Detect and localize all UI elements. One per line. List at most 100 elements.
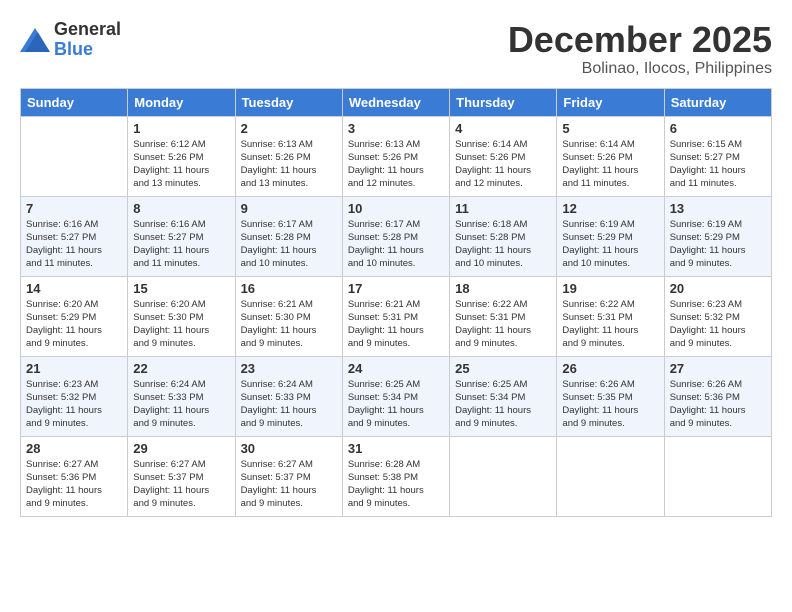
day-info: Sunrise: 6:16 AMSunset: 5:27 PMDaylight:… — [133, 218, 229, 271]
calendar-cell: 14Sunrise: 6:20 AMSunset: 5:29 PMDayligh… — [21, 276, 128, 356]
day-number: 26 — [562, 361, 658, 376]
day-info: Sunrise: 6:17 AMSunset: 5:28 PMDaylight:… — [348, 218, 444, 271]
day-number: 20 — [670, 281, 766, 296]
logo-text: General Blue — [54, 20, 121, 60]
calendar-cell — [664, 436, 771, 516]
day-number: 17 — [348, 281, 444, 296]
calendar-cell: 11 Sunrise: 6:18 AMSunset: 5:28 PMDayligh… — [450, 196, 557, 276]
calendar-cell: 18 Sunrise: 6:22 AMSunset: 5:31 PMDayligh… — [450, 276, 557, 356]
day-number: 4 — [455, 121, 551, 136]
day-number: 31 — [348, 441, 444, 456]
day-info: Sunrise: 6:12 AMSunset: 5:26 PMDaylight:… — [133, 138, 229, 191]
day-info: Sunrise: 6:22 AMSunset: 5:31 PMDaylight:… — [455, 298, 551, 351]
day-number: 24 — [348, 361, 444, 376]
day-info: Sunrise: 6:25 AMSunset: 5:34 PMDaylight:… — [348, 378, 444, 431]
calendar-cell: 13 Sunrise: 6:19 AMSunset: 5:29 PMDayligh… — [664, 196, 771, 276]
calendar-cell: 15Sunrise: 6:20 AMSunset: 5:30 PMDayligh… — [128, 276, 235, 356]
calendar-body: 1 Sunrise: 6:12 AMSunset: 5:26 PMDaylight… — [21, 116, 772, 516]
logo: General Blue — [20, 20, 121, 60]
day-info: Sunrise: 6:16 AMSunset: 5:27 PMDaylight:… — [26, 218, 122, 271]
day-info: Sunrise: 6:28 AMSunset: 5:38 PMDaylight:… — [348, 458, 444, 511]
title-block: December 2025 Bolinao, Ilocos, Philippin… — [508, 20, 772, 78]
calendar-cell: 2Sunrise: 6:13 AMSunset: 5:26 PMDaylight… — [235, 116, 342, 196]
day-info: Sunrise: 6:23 AMSunset: 5:32 PMDaylight:… — [670, 298, 766, 351]
day-number: 3 — [348, 121, 444, 136]
day-info: Sunrise: 6:24 AMSunset: 5:33 PMDaylight:… — [133, 378, 229, 431]
day-number: 23 — [241, 361, 337, 376]
location: Bolinao, Ilocos, Philippines — [508, 60, 772, 78]
calendar-cell: 29Sunrise: 6:27 AMSunset: 5:37 PMDayligh… — [128, 436, 235, 516]
day-info: Sunrise: 6:19 AMSunset: 5:29 PMDaylight:… — [562, 218, 658, 271]
day-number: 21 — [26, 361, 122, 376]
header-saturday: Saturday — [664, 88, 771, 116]
header-monday: Monday — [128, 88, 235, 116]
day-info: Sunrise: 6:26 AMSunset: 5:35 PMDaylight:… — [562, 378, 658, 431]
day-info: Sunrise: 6:27 AMSunset: 5:36 PMDaylight:… — [26, 458, 122, 511]
day-number: 30 — [241, 441, 337, 456]
calendar-cell: 27Sunrise: 6:26 AMSunset: 5:36 PMDayligh… — [664, 356, 771, 436]
day-info: Sunrise: 6:20 AMSunset: 5:30 PMDaylight:… — [133, 298, 229, 351]
calendar-cell: 24 Sunrise: 6:25 AMSunset: 5:34 PMDayligh… — [342, 356, 449, 436]
day-number: 13 — [670, 201, 766, 216]
day-number: 28 — [26, 441, 122, 456]
calendar-header: SundayMondayTuesdayWednesdayThursdayFrid… — [21, 88, 772, 116]
logo-blue-text: Blue — [54, 40, 121, 60]
day-info: Sunrise: 6:13 AMSunset: 5:26 PMDaylight:… — [348, 138, 444, 191]
header-thursday: Thursday — [450, 88, 557, 116]
day-info: Sunrise: 6:13 AMSunset: 5:26 PMDaylight:… — [241, 138, 337, 191]
calendar-cell: 6Sunrise: 6:15 AMSunset: 5:27 PMDaylight… — [664, 116, 771, 196]
calendar-cell — [450, 436, 557, 516]
calendar-cell: 30 Sunrise: 6:27 AMSunset: 5:37 PMDayligh… — [235, 436, 342, 516]
calendar-cell — [21, 116, 128, 196]
day-number: 18 — [455, 281, 551, 296]
day-number: 29 — [133, 441, 229, 456]
calendar-cell: 28 Sunrise: 6:27 AMSunset: 5:36 PMDayligh… — [21, 436, 128, 516]
day-info: Sunrise: 6:21 AMSunset: 5:31 PMDaylight:… — [348, 298, 444, 351]
week-row-4: 21 Sunrise: 6:23 AMSunset: 5:32 PMDayligh… — [21, 356, 772, 436]
day-info: Sunrise: 6:14 AMSunset: 5:26 PMDaylight:… — [562, 138, 658, 191]
day-number: 1 — [133, 121, 229, 136]
day-number: 14 — [26, 281, 122, 296]
day-number: 5 — [562, 121, 658, 136]
day-info: Sunrise: 6:22 AMSunset: 5:31 PMDaylight:… — [562, 298, 658, 351]
header-friday: Friday — [557, 88, 664, 116]
calendar-cell: 5 Sunrise: 6:14 AMSunset: 5:26 PMDaylight… — [557, 116, 664, 196]
calendar-table: SundayMondayTuesdayWednesdayThursdayFrid… — [20, 88, 772, 517]
day-info: Sunrise: 6:21 AMSunset: 5:30 PMDaylight:… — [241, 298, 337, 351]
week-row-2: 7 Sunrise: 6:16 AMSunset: 5:27 PMDaylight… — [21, 196, 772, 276]
calendar-cell: 23 Sunrise: 6:24 AMSunset: 5:33 PMDayligh… — [235, 356, 342, 436]
day-info: Sunrise: 6:18 AMSunset: 5:28 PMDaylight:… — [455, 218, 551, 271]
day-info: Sunrise: 6:17 AMSunset: 5:28 PMDaylight:… — [241, 218, 337, 271]
day-info: Sunrise: 6:27 AMSunset: 5:37 PMDaylight:… — [241, 458, 337, 511]
calendar-cell: 31 Sunrise: 6:28 AMSunset: 5:38 PMDayligh… — [342, 436, 449, 516]
day-number: 7 — [26, 201, 122, 216]
day-info: Sunrise: 6:23 AMSunset: 5:32 PMDaylight:… — [26, 378, 122, 431]
day-number: 8 — [133, 201, 229, 216]
calendar-cell: 26 Sunrise: 6:26 AMSunset: 5:35 PMDayligh… — [557, 356, 664, 436]
day-number: 25 — [455, 361, 551, 376]
calendar-cell: 17 Sunrise: 6:21 AMSunset: 5:31 PMDayligh… — [342, 276, 449, 356]
day-number: 16 — [241, 281, 337, 296]
calendar-cell: 10Sunrise: 6:17 AMSunset: 5:28 PMDayligh… — [342, 196, 449, 276]
day-info: Sunrise: 6:14 AMSunset: 5:26 PMDaylight:… — [455, 138, 551, 191]
calendar-cell: 22Sunrise: 6:24 AMSunset: 5:33 PMDayligh… — [128, 356, 235, 436]
logo-general-text: General — [54, 20, 121, 40]
week-row-3: 14Sunrise: 6:20 AMSunset: 5:29 PMDayligh… — [21, 276, 772, 356]
day-number: 19 — [562, 281, 658, 296]
day-number: 12 — [562, 201, 658, 216]
day-number: 9 — [241, 201, 337, 216]
day-info: Sunrise: 6:19 AMSunset: 5:29 PMDaylight:… — [670, 218, 766, 271]
day-info: Sunrise: 6:15 AMSunset: 5:27 PMDaylight:… — [670, 138, 766, 191]
day-number: 11 — [455, 201, 551, 216]
calendar-cell: 20 Sunrise: 6:23 AMSunset: 5:32 PMDayligh… — [664, 276, 771, 356]
day-info: Sunrise: 6:25 AMSunset: 5:34 PMDaylight:… — [455, 378, 551, 431]
calendar-cell: 4 Sunrise: 6:14 AMSunset: 5:26 PMDaylight… — [450, 116, 557, 196]
day-number: 27 — [670, 361, 766, 376]
calendar-cell: 25 Sunrise: 6:25 AMSunset: 5:34 PMDayligh… — [450, 356, 557, 436]
calendar-cell: 21 Sunrise: 6:23 AMSunset: 5:32 PMDayligh… — [21, 356, 128, 436]
calendar-cell: 16 Sunrise: 6:21 AMSunset: 5:30 PMDayligh… — [235, 276, 342, 356]
day-info: Sunrise: 6:24 AMSunset: 5:33 PMDaylight:… — [241, 378, 337, 431]
calendar-cell: 3 Sunrise: 6:13 AMSunset: 5:26 PMDaylight… — [342, 116, 449, 196]
page-header: General Blue December 2025 Bolinao, Iloc… — [20, 20, 772, 78]
calendar-cell: 9 Sunrise: 6:17 AMSunset: 5:28 PMDaylight… — [235, 196, 342, 276]
